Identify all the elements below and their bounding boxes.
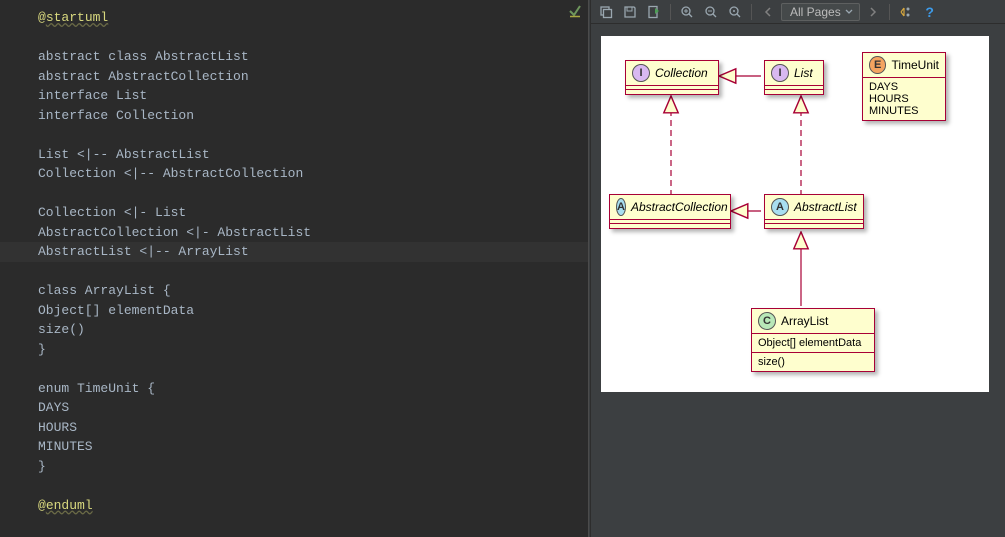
help-icon[interactable]: ?	[919, 1, 941, 23]
class-stereotype-icon: C	[758, 312, 776, 330]
chevron-down-icon	[845, 9, 853, 15]
code-line: abstract AbstractCollection	[38, 67, 558, 87]
uml-class-abstractlist: AAbstractList	[764, 194, 864, 229]
code-line	[38, 184, 558, 204]
code-line: Object[] elementData	[38, 301, 558, 321]
code-editor[interactable]: @startuml abstract class AbstractList ab…	[0, 0, 588, 537]
code-line: Collection <|-- AbstractCollection	[38, 164, 558, 184]
code-line: @enduml	[38, 496, 558, 516]
code-line: }	[38, 340, 558, 360]
uml-class-list: IList	[764, 60, 824, 95]
code-line	[38, 125, 558, 145]
code-line: size()	[38, 320, 558, 340]
code-line: enum TimeUnit {	[38, 379, 558, 399]
zoom-out-icon[interactable]	[700, 1, 722, 23]
preview-pane: All Pages ?	[591, 0, 1005, 537]
export-icon[interactable]	[643, 1, 665, 23]
code-line: DAYS	[38, 398, 558, 418]
page-selector[interactable]: All Pages	[781, 3, 860, 21]
next-page-icon[interactable]	[862, 1, 884, 23]
validation-icon	[568, 4, 582, 18]
code-line: @startuml	[38, 8, 558, 28]
code-line: }	[38, 457, 558, 477]
prev-page-icon[interactable]	[757, 1, 779, 23]
zoom-reset-icon[interactable]	[724, 1, 746, 23]
enum-stereotype-icon: E	[869, 56, 886, 74]
code-line	[38, 476, 558, 496]
page-label: All Pages	[790, 5, 841, 19]
diagram-viewport[interactable]: ICollection IList ETimeUnit DAYS HOURS M…	[591, 24, 1005, 537]
code-line: class ArrayList {	[38, 281, 558, 301]
code-line: interface List	[38, 86, 558, 106]
interface-stereotype-icon: I	[771, 64, 789, 82]
abstract-stereotype-icon: A	[771, 198, 789, 216]
save-icon[interactable]	[619, 1, 641, 23]
uml-class-abstractcollection: AAbstractCollection	[609, 194, 731, 229]
code-line	[38, 28, 558, 48]
code-line	[38, 359, 558, 379]
code-line: abstract class AbstractList	[38, 47, 558, 67]
copy-icon[interactable]	[595, 1, 617, 23]
code-line: List <|-- AbstractList	[38, 145, 558, 165]
interface-stereotype-icon: I	[632, 64, 650, 82]
diagram-canvas: ICollection IList ETimeUnit DAYS HOURS M…	[601, 36, 989, 392]
code-line: Collection <|- List	[38, 203, 558, 223]
zoom-in-icon[interactable]	[676, 1, 698, 23]
settings-icon[interactable]	[895, 1, 917, 23]
uml-enum-timeunit: ETimeUnit DAYS HOURS MINUTES	[862, 52, 946, 121]
code-line: interface Collection	[38, 106, 558, 126]
code-line: MINUTES	[38, 437, 558, 457]
abstract-stereotype-icon: A	[616, 198, 626, 216]
code-line: AbstractList <|-- ArrayList	[38, 242, 558, 262]
preview-toolbar: All Pages ?	[591, 0, 1005, 24]
code-line: HOURS	[38, 418, 558, 438]
uml-class-arraylist: CArrayList Object[] elementData size()	[751, 308, 875, 372]
code-line	[38, 262, 558, 282]
uml-class-collection: ICollection	[625, 60, 719, 95]
code-line: AbstractCollection <|- AbstractList	[38, 223, 558, 243]
